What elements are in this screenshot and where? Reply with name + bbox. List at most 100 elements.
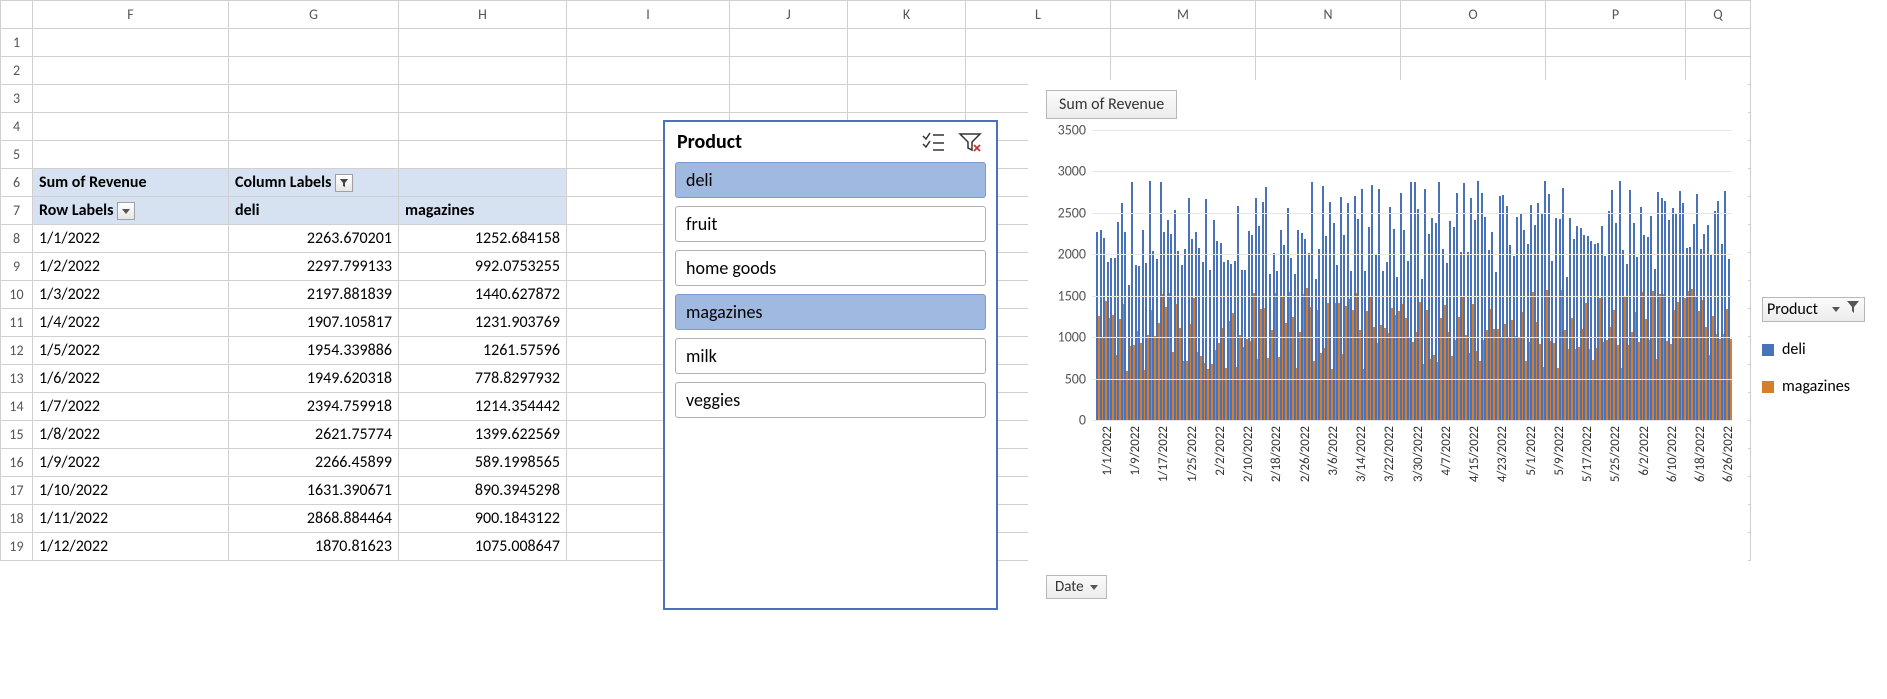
cell[interactable] — [966, 29, 1111, 57]
cell[interactable] — [848, 29, 966, 57]
pivot-value[interactable]: 1252.684158 — [399, 225, 567, 253]
row-header[interactable]: 4 — [1, 113, 33, 141]
column-header[interactable]: P — [1546, 1, 1686, 29]
pivot-value[interactable]: 1399.622569 — [399, 421, 567, 449]
slicer-product[interactable]: Product delifruithome goodsmagazinesmilk… — [663, 120, 998, 610]
cell[interactable] — [33, 141, 229, 169]
row-header[interactable]: 2 — [1, 57, 33, 85]
column-header[interactable]: F — [33, 1, 229, 29]
cell[interactable] — [730, 57, 848, 85]
pivot-value[interactable]: 1870.81623 — [229, 533, 399, 561]
column-header[interactable]: N — [1256, 1, 1401, 29]
pivot-row-label[interactable]: 1/2/2022 — [33, 253, 229, 281]
legend-entry-deli[interactable]: deli — [1762, 340, 1865, 359]
pivot-value[interactable]: 1949.620318 — [229, 365, 399, 393]
pivot-row-label[interactable]: 1/9/2022 — [33, 449, 229, 477]
cell[interactable] — [1401, 29, 1546, 57]
pivot-value[interactable]: 2197.881839 — [229, 281, 399, 309]
row-header[interactable]: 17 — [1, 477, 33, 505]
row-header[interactable]: 13 — [1, 365, 33, 393]
cell[interactable] — [848, 57, 966, 85]
row-header[interactable]: 5 — [1, 141, 33, 169]
clear-filter-icon[interactable] — [956, 130, 984, 154]
cell[interactable] — [399, 57, 567, 85]
cell[interactable] — [33, 57, 229, 85]
cell[interactable] — [229, 141, 399, 169]
cell[interactable] — [399, 85, 567, 113]
pivot-column-labels[interactable]: Column Labels — [229, 169, 399, 197]
pivot-value[interactable]: 2266.45899 — [229, 449, 399, 477]
row-header[interactable]: 18 — [1, 505, 33, 533]
cell[interactable] — [1111, 29, 1256, 57]
column-header[interactable]: K — [848, 1, 966, 29]
column-header[interactable]: M — [1111, 1, 1256, 29]
pivot-value[interactable]: 992.0753255 — [399, 253, 567, 281]
row-header[interactable]: 9 — [1, 253, 33, 281]
cell[interactable] — [1256, 29, 1401, 57]
pivot-value[interactable]: 2394.759918 — [229, 393, 399, 421]
cell[interactable] — [1686, 29, 1751, 57]
pivot-value[interactable]: 2868.884464 — [229, 505, 399, 533]
slicer-item-milk[interactable]: milk — [675, 338, 986, 374]
cell[interactable] — [730, 29, 848, 57]
pivot-value[interactable]: 1631.390671 — [229, 477, 399, 505]
column-header[interactable]: H — [399, 1, 567, 29]
row-header[interactable]: 10 — [1, 281, 33, 309]
slicer-item-deli[interactable]: deli — [675, 162, 986, 198]
pivot-value[interactable]: 1907.105817 — [229, 309, 399, 337]
row-header[interactable]: 11 — [1, 309, 33, 337]
pivot-row-label[interactable]: 1/1/2022 — [33, 225, 229, 253]
pivot-col-header[interactable]: magazines — [399, 197, 567, 225]
pivot-row-label[interactable]: 1/11/2022 — [33, 505, 229, 533]
column-header[interactable]: O — [1401, 1, 1546, 29]
row-header[interactable]: 19 — [1, 533, 33, 561]
cell[interactable] — [399, 169, 567, 197]
row-header[interactable]: 14 — [1, 393, 33, 421]
pivot-value[interactable]: 1231.903769 — [399, 309, 567, 337]
legend-field-chip[interactable]: Product — [1762, 297, 1865, 322]
cell[interactable] — [33, 85, 229, 113]
pivot-row-label[interactable]: 1/3/2022 — [33, 281, 229, 309]
pivot-value[interactable]: 890.3945298 — [399, 477, 567, 505]
pivot-value[interactable]: 589.1998565 — [399, 449, 567, 477]
cell[interactable] — [33, 113, 229, 141]
column-header[interactable]: I — [567, 1, 730, 29]
pivot-row-label[interactable]: 1/5/2022 — [33, 337, 229, 365]
cell[interactable] — [567, 57, 730, 85]
slicer-item-veggies[interactable]: veggies — [675, 382, 986, 418]
row-labels-filter-button[interactable] — [117, 202, 135, 220]
pivot-row-label[interactable]: 1/8/2022 — [33, 421, 229, 449]
pivot-chart[interactable]: Sum of Revenue 1/1/20221/9/20221/17/2022… — [1028, 80, 1748, 620]
cell[interactable] — [399, 141, 567, 169]
pivot-value[interactable]: 778.8297932 — [399, 365, 567, 393]
cell[interactable] — [229, 113, 399, 141]
chart-title-chip[interactable]: Sum of Revenue — [1046, 90, 1177, 119]
pivot-value[interactable]: 1075.008647 — [399, 533, 567, 561]
pivot-value[interactable]: 1440.627872 — [399, 281, 567, 309]
pivot-value[interactable]: 900.1843122 — [399, 505, 567, 533]
chart-axis-chip-date[interactable]: Date — [1046, 575, 1107, 599]
row-header[interactable]: 8 — [1, 225, 33, 253]
pivot-row-labels[interactable]: Row Labels — [33, 197, 229, 225]
legend-entry-magazines[interactable]: magazines — [1762, 377, 1865, 396]
pivot-value[interactable]: 1214.354442 — [399, 393, 567, 421]
slicer-item-fruit[interactable]: fruit — [675, 206, 986, 242]
pivot-value[interactable]: 1261.57596 — [399, 337, 567, 365]
row-header[interactable]: 3 — [1, 85, 33, 113]
cell[interactable] — [567, 29, 730, 57]
column-header[interactable]: G — [229, 1, 399, 29]
cell[interactable] — [848, 85, 966, 113]
row-header[interactable]: 16 — [1, 449, 33, 477]
cell[interactable] — [1546, 29, 1686, 57]
column-header[interactable]: L — [966, 1, 1111, 29]
pivot-row-label[interactable]: 1/7/2022 — [33, 393, 229, 421]
slicer-item-home-goods[interactable]: home goods — [675, 250, 986, 286]
cell[interactable] — [730, 85, 848, 113]
pivot-row-label[interactable]: 1/4/2022 — [33, 309, 229, 337]
column-header[interactable]: Q — [1686, 1, 1751, 29]
cell[interactable] — [399, 29, 567, 57]
column-header[interactable]: J — [730, 1, 848, 29]
pivot-corner-label[interactable]: Sum of Revenue — [33, 169, 229, 197]
row-header[interactable]: 6 — [1, 169, 33, 197]
pivot-value[interactable]: 2297.799133 — [229, 253, 399, 281]
